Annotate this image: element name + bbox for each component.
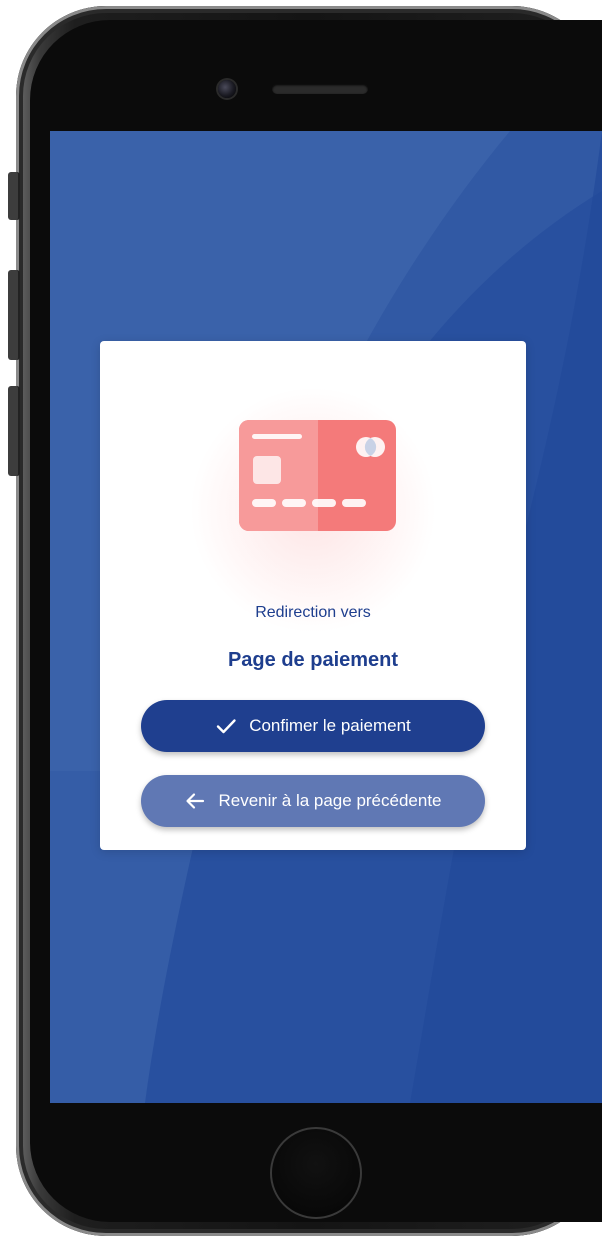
phone-screen: Redirection vers Page de paiement Confim… bbox=[50, 131, 602, 1103]
front-camera bbox=[218, 80, 236, 98]
back-button[interactable]: Revenir à la page précédente bbox=[141, 775, 485, 827]
arrow-left-icon bbox=[184, 790, 206, 812]
payment-redirect-dialog: Redirection vers Page de paiement Confim… bbox=[100, 341, 526, 850]
confirm-payment-label: Confimer le paiement bbox=[249, 716, 411, 735]
mute-switch bbox=[8, 172, 20, 220]
volume-down-button bbox=[8, 386, 20, 476]
confirm-payment-button[interactable]: Confimer le paiement bbox=[141, 700, 485, 752]
earpiece-speaker bbox=[272, 84, 368, 94]
check-icon bbox=[215, 715, 237, 737]
back-button-label: Revenir à la page précédente bbox=[218, 791, 442, 810]
volume-up-button bbox=[8, 270, 20, 360]
home-button[interactable] bbox=[270, 1127, 362, 1219]
redirect-subtitle: Redirection vers bbox=[255, 604, 371, 621]
page-title: Page de paiement bbox=[227, 649, 399, 671]
credit-card-icon bbox=[239, 420, 396, 531]
